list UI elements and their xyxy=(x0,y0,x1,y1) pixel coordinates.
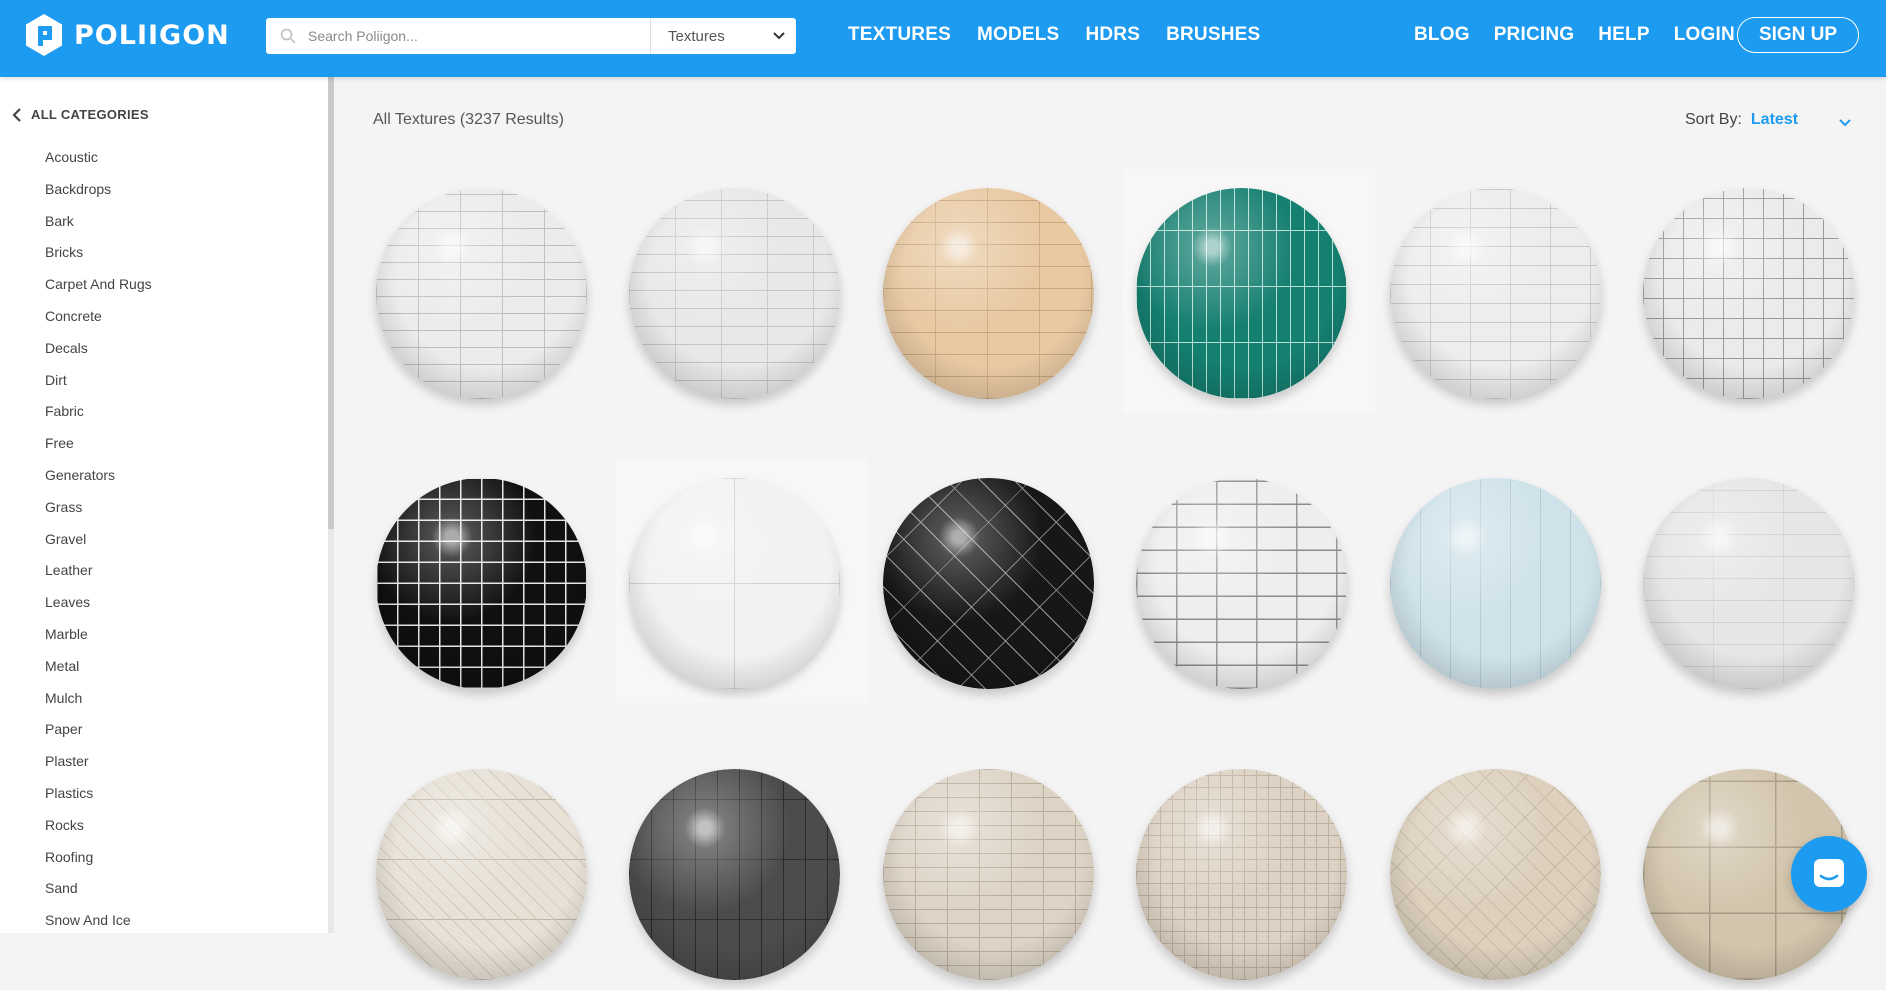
texture-preview xyxy=(1390,478,1601,689)
sidebar-item-paper[interactable]: Paper xyxy=(45,718,152,750)
sidebar-item-generators[interactable]: Generators xyxy=(45,464,152,496)
sort-select[interactable]: Latest xyxy=(1751,111,1798,129)
texture-preview xyxy=(629,188,840,399)
texture-tile[interactable] xyxy=(880,463,1114,699)
texture-preview xyxy=(1136,769,1347,980)
sidebar-item-grass[interactable]: Grass xyxy=(45,496,152,528)
texture-preview xyxy=(629,478,840,689)
texture-tile[interactable] xyxy=(880,173,1114,409)
nav-help[interactable]: HELP xyxy=(1598,24,1649,46)
texture-tile[interactable] xyxy=(880,754,1114,990)
chat-launcher-button[interactable] xyxy=(1791,836,1867,912)
sidebar-item-acoustic[interactable]: Acoustic xyxy=(45,146,152,178)
sidebar-scrollbar-thumb[interactable] xyxy=(328,77,334,529)
sidebar-item-fabric[interactable]: Fabric xyxy=(45,400,152,432)
brand-name: POLIIGON xyxy=(74,19,230,51)
results-title: All Textures (3237 Results) xyxy=(373,111,564,128)
chevron-down-icon[interactable] xyxy=(1838,117,1852,129)
all-categories-label: ALL CATEGORIES xyxy=(31,107,149,122)
nav-brushes[interactable]: BRUSHES xyxy=(1166,24,1260,46)
texture-tile[interactable] xyxy=(373,173,607,409)
poliigon-logo[interactable]: POLIIGON xyxy=(24,13,230,57)
all-categories-back[interactable]: ALL CATEGORIES xyxy=(12,107,149,122)
texture-tile[interactable] xyxy=(373,754,607,990)
category-list: Acoustic Backdrops Bark Bricks Carpet An… xyxy=(45,146,152,941)
sidebar-item-backdrops[interactable]: Backdrops xyxy=(45,178,152,210)
texture-tile[interactable] xyxy=(373,463,607,699)
texture-tile[interactable] xyxy=(626,754,860,990)
texture-preview xyxy=(1390,188,1601,399)
texture-tile[interactable] xyxy=(616,459,868,703)
sidebar-item-concrete[interactable]: Concrete xyxy=(45,305,152,337)
sidebar-item-plastics[interactable]: Plastics xyxy=(45,782,152,814)
search-type-value: Textures xyxy=(668,27,725,45)
texture-preview xyxy=(629,769,840,980)
texture-tile[interactable] xyxy=(1133,754,1367,990)
sidebar-item-bark[interactable]: Bark xyxy=(45,210,152,242)
sidebar-item-plaster[interactable]: Plaster xyxy=(45,750,152,782)
sidebar-item-free[interactable]: Free xyxy=(45,432,152,464)
texture-preview xyxy=(883,769,1094,980)
sidebar-item-snow-and-ice[interactable]: Snow And Ice xyxy=(45,909,152,941)
texture-tile[interactable] xyxy=(1133,463,1367,699)
texture-tile[interactable] xyxy=(1387,173,1621,409)
sidebar-item-bricks[interactable]: Bricks xyxy=(45,241,152,273)
texture-tile[interactable] xyxy=(1387,463,1621,699)
texture-preview xyxy=(1136,188,1347,399)
texture-preview xyxy=(1643,188,1854,399)
texture-tile[interactable] xyxy=(1640,463,1874,699)
texture-preview xyxy=(1390,769,1601,980)
chevron-down-icon xyxy=(773,32,785,40)
texture-preview xyxy=(376,188,587,399)
search-bar: Textures xyxy=(266,18,796,54)
texture-preview xyxy=(1643,478,1854,689)
sidebar-item-rocks[interactable]: Rocks xyxy=(45,814,152,846)
nav-login[interactable]: LOGIN xyxy=(1674,24,1735,46)
nav-pricing[interactable]: PRICING xyxy=(1494,24,1575,46)
sort-label: Sort By: xyxy=(1685,111,1742,128)
signup-button[interactable]: SIGN UP xyxy=(1737,17,1859,53)
sidebar-item-decals[interactable]: Decals xyxy=(45,337,152,369)
sidebar-item-sand[interactable]: Sand xyxy=(45,877,152,909)
sidebar-item-mulch[interactable]: Mulch xyxy=(45,687,152,719)
texture-tile[interactable] xyxy=(1387,754,1621,990)
texture-preview xyxy=(883,188,1094,399)
search-input[interactable] xyxy=(308,18,638,54)
top-header: POLIIGON Textures TEXTURES MODELS HDRS B… xyxy=(0,0,1886,77)
sidebar-item-leather[interactable]: Leather xyxy=(45,559,152,591)
sidebar-item-dirt[interactable]: Dirt xyxy=(45,369,152,401)
texture-preview xyxy=(376,478,587,689)
texture-preview xyxy=(376,769,587,980)
sort-control: Sort By: Latest xyxy=(1685,111,1851,129)
nav-blog[interactable]: BLOG xyxy=(1414,24,1470,46)
search-icon xyxy=(280,28,296,44)
chat-icon xyxy=(1814,859,1844,887)
secondary-nav: BLOG PRICING HELP LOGIN xyxy=(1414,0,1735,70)
nav-textures[interactable]: TEXTURES xyxy=(848,24,951,46)
texture-preview xyxy=(1136,478,1347,689)
sidebar-item-gravel[interactable]: Gravel xyxy=(45,528,152,560)
sidebar-item-marble[interactable]: Marble xyxy=(45,623,152,655)
primary-nav: TEXTURES MODELS HDRS BRUSHES xyxy=(848,0,1260,70)
sidebar-item-leaves[interactable]: Leaves xyxy=(45,591,152,623)
sidebar-item-carpet-and-rugs[interactable]: Carpet And Rugs xyxy=(45,273,152,305)
nav-models[interactable]: MODELS xyxy=(977,24,1059,46)
nav-hdrs[interactable]: HDRS xyxy=(1085,24,1140,46)
texture-tile[interactable] xyxy=(1640,173,1874,409)
search-type-select[interactable]: Textures xyxy=(651,18,796,54)
poliigon-logo-icon xyxy=(26,14,62,56)
texture-preview xyxy=(883,478,1094,689)
texture-tile[interactable] xyxy=(626,173,860,409)
chevron-left-icon xyxy=(12,107,21,122)
sidebar-item-roofing[interactable]: Roofing xyxy=(45,846,152,878)
texture-tile[interactable] xyxy=(1123,169,1375,413)
sidebar-item-metal[interactable]: Metal xyxy=(45,655,152,687)
